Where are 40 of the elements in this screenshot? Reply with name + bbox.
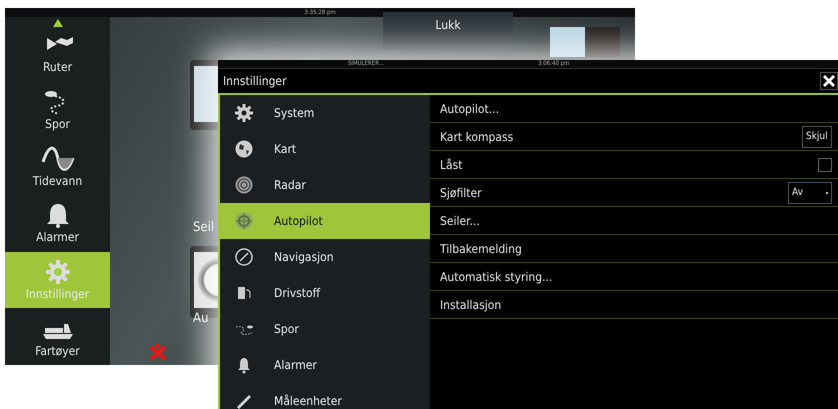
- setting-label[interactable]: Automatisk styring...: [440, 270, 552, 284]
- wave-icon: [40, 146, 74, 172]
- category-item[interactable]: Alarmer: [220, 347, 430, 383]
- category-item[interactable]: Spor: [220, 311, 430, 347]
- setting-label[interactable]: Kart kompass: [440, 130, 514, 144]
- dropdown[interactable]: Av: [788, 182, 832, 204]
- sidebar-item[interactable]: Fartøyer: [5, 308, 110, 366]
- category-item[interactable]: Drivstoff: [220, 275, 430, 311]
- category-item[interactable]: Navigasjon: [220, 239, 430, 275]
- radar-icon: [234, 175, 254, 195]
- sidebar-item[interactable]: Ruter: [5, 25, 110, 82]
- globe-icon: [234, 139, 254, 159]
- tile-label: Au: [193, 311, 208, 326]
- setting-label[interactable]: Installasjon: [440, 298, 502, 312]
- sidebar-item[interactable]: Alarmer: [5, 195, 110, 252]
- category-item[interactable]: System: [220, 95, 430, 131]
- category-item[interactable]: Kart: [220, 131, 430, 167]
- close-button[interactable]: Lukk: [383, 12, 513, 50]
- setting-label[interactable]: Seiler...: [440, 214, 480, 228]
- tile-label: Seil: [193, 220, 214, 235]
- compass-icon: [234, 247, 254, 267]
- up-arrow-icon: [53, 19, 63, 27]
- chart-thumbnail: [194, 66, 220, 122]
- gear-icon: [234, 103, 254, 123]
- category-item[interactable]: Autopilot: [220, 203, 430, 239]
- setting-label[interactable]: Autopilot...: [440, 102, 500, 116]
- category-item[interactable]: Radar: [220, 167, 430, 203]
- cross-icon: [149, 343, 167, 361]
- sidebar-item[interactable]: Tidevann: [5, 138, 110, 196]
- setting-label[interactable]: Låst: [440, 158, 462, 172]
- gauge-thumbnail: [194, 252, 220, 308]
- chart-gauge-thumbnail: [550, 27, 620, 57]
- sidebar-item[interactable]: Spor: [5, 82, 110, 138]
- dropdown[interactable]: Skjul: [802, 126, 832, 148]
- window-title: Innstillinger: [223, 74, 287, 88]
- close-icon[interactable]: [820, 72, 838, 90]
- category-item[interactable]: Måleenheter: [220, 383, 430, 409]
- checkbox[interactable]: [818, 158, 832, 172]
- setting-label[interactable]: Tilbakemelding: [440, 242, 522, 256]
- setting-label[interactable]: Sjøfilter: [440, 186, 482, 200]
